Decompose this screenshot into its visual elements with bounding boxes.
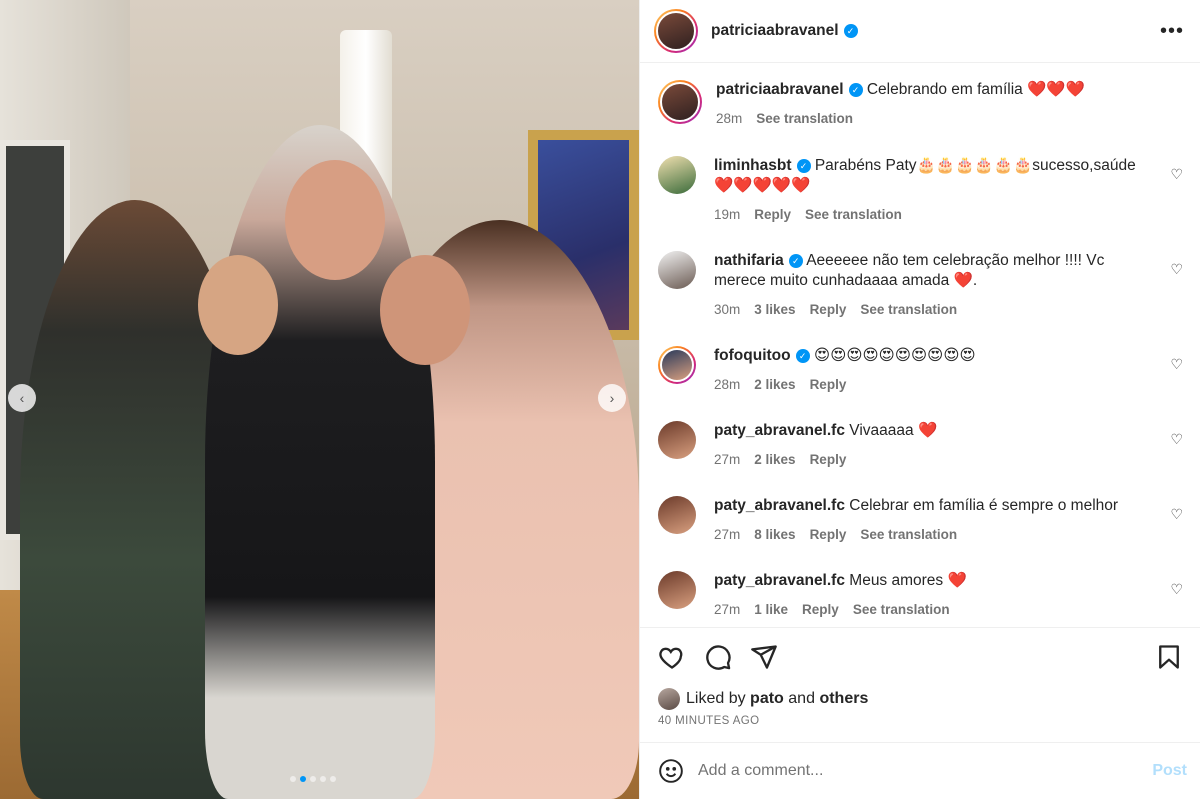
- chevron-right-icon: ›: [609, 390, 615, 406]
- post-header: patriciaabravanel ✓ •••: [640, 0, 1200, 63]
- liked-by[interactable]: Liked by pato and others: [658, 688, 1183, 710]
- emoji-icon[interactable]: [658, 758, 684, 784]
- comment-reply[interactable]: Reply: [810, 450, 847, 470]
- comments-list[interactable]: patriciaabravanel ✓ Celebrando em família…: [640, 64, 1200, 626]
- caption-avatar[interactable]: [658, 80, 702, 124]
- comment-text: Vivaaaaa ❤️: [849, 422, 938, 439]
- comment-time: 27m: [714, 527, 741, 542]
- comment-row: fofoquitoo ✓ 😍😍😍😍😍😍😍😍😍😍 28m 2 likes Reply…: [658, 346, 1183, 395]
- comment-like-heart-icon[interactable]: ♡: [1170, 166, 1183, 183]
- caption-see-translation[interactable]: See translation: [756, 109, 853, 129]
- photo-face-center: [285, 160, 385, 280]
- verified-badge-icon: ✓: [795, 349, 810, 363]
- verified-badge-icon: ✓: [796, 159, 811, 173]
- liked-by-user[interactable]: pato: [750, 690, 784, 708]
- comment-see-translation[interactable]: See translation: [853, 600, 950, 620]
- comment-likes[interactable]: 3 likes: [754, 300, 795, 320]
- caption: patriciaabravanel ✓ Celebrando em família…: [658, 80, 1183, 129]
- chevron-left-icon: ‹: [19, 390, 25, 406]
- comment-avatar[interactable]: [658, 496, 696, 534]
- comment-reply[interactable]: Reply: [802, 600, 839, 620]
- comment-avatar[interactable]: [658, 421, 696, 459]
- bookmark-icon[interactable]: [1155, 643, 1183, 671]
- comment-reply[interactable]: Reply: [810, 525, 847, 545]
- carousel-dot: [310, 776, 316, 782]
- comment-likes[interactable]: 2 likes: [754, 375, 795, 395]
- comment-like-heart-icon[interactable]: ♡: [1170, 261, 1183, 278]
- comment-likes[interactable]: 1 like: [754, 600, 788, 620]
- comment-time: 27m: [714, 452, 741, 467]
- verified-badge-icon: ✓: [843, 24, 858, 38]
- carousel-dot: [290, 776, 296, 782]
- comment-see-translation[interactable]: See translation: [860, 300, 957, 320]
- comment-like-heart-icon[interactable]: ♡: [1170, 581, 1183, 598]
- comment-username[interactable]: fofoquitoo: [714, 347, 791, 364]
- liked-by-others[interactable]: others: [819, 690, 868, 708]
- comment-username[interactable]: paty_abravanel.fc: [714, 422, 845, 439]
- author-username[interactable]: patriciaabravanel: [711, 22, 839, 40]
- comment-text: 😍😍😍😍😍😍😍😍😍😍: [813, 347, 976, 364]
- post-time-ago: 40 MINUTES AGO: [658, 715, 760, 727]
- comment-like-heart-icon[interactable]: ♡: [1170, 356, 1183, 373]
- comment-username[interactable]: paty_abravanel.fc: [714, 497, 845, 514]
- liked-by-prefix: Liked by: [686, 690, 746, 707]
- carousel-prev-button[interactable]: ‹: [8, 384, 36, 412]
- carousel-next-button[interactable]: ›: [598, 384, 626, 412]
- comment-time: 30m: [714, 302, 741, 317]
- comment-like-heart-icon[interactable]: ♡: [1170, 506, 1183, 523]
- comment-time: 27m: [714, 602, 741, 617]
- comment-text: Meus amores ❤️: [849, 572, 967, 589]
- caption-username[interactable]: patriciaabravanel: [716, 81, 844, 98]
- liked-by-joiner: and: [788, 690, 815, 707]
- photo-face-right: [380, 255, 470, 365]
- comment-username[interactable]: nathifaria: [714, 252, 784, 269]
- comment-likes[interactable]: 8 likes: [754, 525, 795, 545]
- comment-see-translation[interactable]: See translation: [860, 525, 957, 545]
- comment-text: Celebrar em família é sempre o melhor: [849, 497, 1119, 514]
- comment-row: paty_abravanel.fc Vivaaaaa ❤️ 27m 2 like…: [658, 421, 1183, 470]
- carousel-dot-active: [300, 776, 306, 782]
- comment-time: 19m: [714, 207, 741, 222]
- comment-reply[interactable]: Reply: [810, 300, 847, 320]
- comment-reply[interactable]: Reply: [810, 375, 847, 395]
- carousel-dots: [290, 776, 336, 782]
- comment-row: paty_abravanel.fc Meus amores ❤️ 27m 1 l…: [658, 571, 1183, 620]
- caption-text: Celebrando em família ❤️❤️❤️: [866, 81, 1085, 98]
- add-comment-bar: Post: [640, 742, 1200, 799]
- add-comment-input[interactable]: [698, 762, 1153, 780]
- liker-avatar: [658, 688, 680, 710]
- comment-username[interactable]: paty_abravanel.fc: [714, 572, 845, 589]
- comment-row: nathifaria ✓ Aeeeeee não tem celebração m…: [658, 251, 1183, 320]
- heart-icon[interactable]: [658, 643, 686, 671]
- comment-like-heart-icon[interactable]: ♡: [1170, 431, 1183, 448]
- post-photo[interactable]: ‹ ›: [0, 0, 639, 799]
- post-side-panel: patriciaabravanel ✓ ••• patriciaabravane…: [639, 0, 1200, 799]
- comment-reply[interactable]: Reply: [754, 205, 791, 225]
- photo-face-left: [198, 255, 278, 355]
- comment-see-translation[interactable]: See translation: [805, 205, 902, 225]
- post-comment-button[interactable]: Post: [1152, 762, 1187, 780]
- verified-badge-icon: ✓: [848, 83, 863, 97]
- comment-avatar[interactable]: [658, 156, 696, 194]
- author-avatar[interactable]: [654, 9, 698, 53]
- more-options-icon[interactable]: •••: [1160, 20, 1184, 43]
- carousel-dot: [330, 776, 336, 782]
- comment-avatar[interactable]: [658, 251, 696, 289]
- comment-avatar[interactable]: [658, 346, 696, 384]
- comment-row: paty_abravanel.fc Celebrar em família é …: [658, 496, 1183, 545]
- verified-badge-icon: ✓: [788, 254, 803, 268]
- comment-row: liminhasbt ✓ Parabéns Paty🎂🎂🎂🎂🎂🎂sucesso,s…: [658, 156, 1183, 225]
- carousel-dot: [320, 776, 326, 782]
- caption-time: 28m: [716, 111, 743, 126]
- share-icon[interactable]: [750, 643, 778, 671]
- comment-username[interactable]: liminhasbt: [714, 157, 792, 174]
- post-actions: Liked by pato and others 40 MINUTES AGO: [640, 627, 1200, 727]
- comment-time: 28m: [714, 377, 741, 392]
- comment-avatar[interactable]: [658, 571, 696, 609]
- comment-icon[interactable]: [704, 643, 732, 671]
- comment-likes[interactable]: 2 likes: [754, 450, 795, 470]
